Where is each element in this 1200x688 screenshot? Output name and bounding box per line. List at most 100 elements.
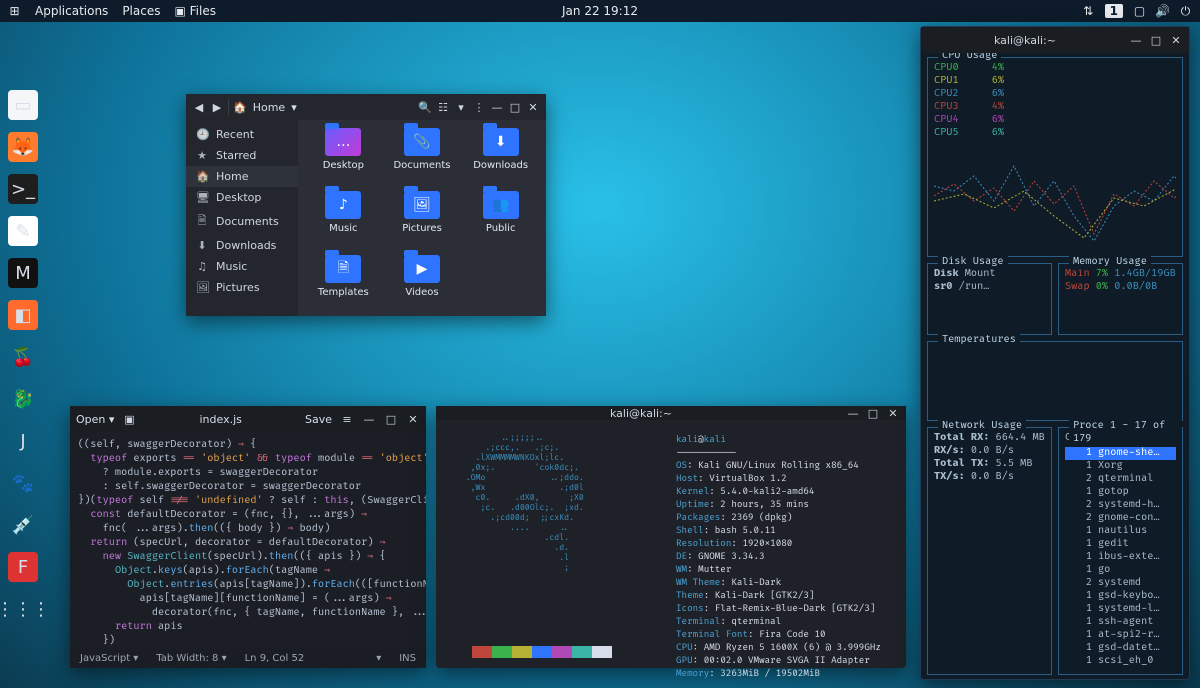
process-row[interactable]: 1nautilus <box>1065 525 1176 538</box>
launcher-ffuf[interactable]: F <box>8 552 38 582</box>
search-icon[interactable]: 🔍 <box>418 100 432 114</box>
process-row[interactable]: 1systemd-l… <box>1065 603 1176 616</box>
process-row[interactable]: 1gedit <box>1065 538 1176 551</box>
launcher-sqlmap[interactable]: 💉 <box>8 510 38 540</box>
process-row[interactable]: 1at-spi2-r… <box>1065 629 1176 642</box>
launcher-burpsuite[interactable]: ◧ <box>8 300 38 330</box>
forward-button[interactable]: ▶ <box>210 100 224 114</box>
workspace-indicator[interactable]: 1 <box>1105 4 1123 18</box>
location-label[interactable]: Home <box>253 101 285 114</box>
sidebar-item-desktop[interactable]: 🖥Desktop <box>186 187 298 208</box>
status-dropdown[interactable]: ▾ <box>376 653 381 664</box>
process-row[interactable]: 1ssh-agent <box>1065 616 1176 629</box>
status-language[interactable]: JavaScript ▾ <box>80 653 138 664</box>
folder-videos[interactable]: ▶Videos <box>383 255 462 316</box>
save-button[interactable]: Save <box>305 413 332 426</box>
launcher-metasploit[interactable]: M <box>8 258 38 288</box>
network-icon[interactable]: ⇅ <box>1082 5 1095 18</box>
menu-applications[interactable]: Applications <box>35 4 108 18</box>
process-row[interactable]: 1scsi_eh_0 <box>1065 655 1176 668</box>
terminal-minimize-button[interactable]: — <box>846 406 860 420</box>
process-panel-label: Proce 1 - 17 of 179 <box>1069 420 1182 446</box>
launcher-firefox[interactable]: 🦊 <box>8 132 38 162</box>
folder-documents[interactable]: 📎Documents <box>383 128 462 189</box>
process-row[interactable]: 1go <box>1065 564 1176 577</box>
dock: ▭ 🦊 >_ ✎ M ◧ 🍒 🐉 J 🐾 💉 F ⋮⋮⋮ <box>8 90 38 624</box>
process-row[interactable]: 1gsd-keybo… <box>1065 590 1176 603</box>
volume-icon[interactable]: 🔊 <box>1156 5 1169 18</box>
sidebar-item-pictures[interactable]: 🖼Pictures <box>186 277 298 298</box>
minimize-button[interactable]: — <box>490 100 504 114</box>
terminal-close-button[interactable]: ✕ <box>886 406 900 420</box>
launcher-terminal[interactable]: >_ <box>8 174 38 204</box>
swatch <box>492 646 512 658</box>
editor-maximize-button[interactable]: □ <box>384 412 398 426</box>
process-row[interactable]: 2systemd-h… <box>1065 499 1176 512</box>
process-row[interactable]: 2systemd <box>1065 577 1176 590</box>
menu-places[interactable]: Places <box>122 4 160 18</box>
folder-downloads[interactable]: ⬇Downloads <box>461 128 540 189</box>
launcher-john[interactable]: J <box>8 426 38 456</box>
folder-public[interactable]: 👥Public <box>461 191 540 252</box>
pictures-icon: 🖼 <box>196 281 208 294</box>
sidebar-item-home[interactable]: 🏠Home <box>186 166 298 187</box>
home-icon[interactable]: 🏠 <box>233 101 247 114</box>
sidebar-item-documents[interactable]: 🗎Documents <box>186 208 298 235</box>
downloads-icon: ⬇ <box>196 239 208 252</box>
view-dropdown-icon[interactable]: ▾ <box>454 100 468 114</box>
activities-icon[interactable]: ⊞ <box>8 5 21 18</box>
folder-icon: 🖼 <box>404 191 440 219</box>
process-row[interactable]: 1gnome-she… <box>1065 447 1176 460</box>
screen-icon[interactable]: ▢ <box>1133 5 1146 18</box>
process-row[interactable]: 1ibus-exte… <box>1065 551 1176 564</box>
process-row[interactable]: 1gsd-datet… <box>1065 642 1176 655</box>
launcher-apps[interactable]: ⋮⋮⋮ <box>8 594 38 624</box>
folder-music[interactable]: ♪Music <box>304 191 383 252</box>
hamburger-icon[interactable]: ⋮ <box>472 100 486 114</box>
path-dropdown-icon[interactable]: ▾ <box>291 101 297 114</box>
launcher-bettercap[interactable]: 🐾 <box>8 468 38 498</box>
back-button[interactable]: ◀ <box>192 100 206 114</box>
sidebar-item-recent[interactable]: 🕘Recent <box>186 124 298 145</box>
open-button[interactable]: Open ▾ <box>76 413 114 426</box>
sidebar-item-downloads[interactable]: ⬇Downloads <box>186 235 298 256</box>
menu-files[interactable]: ▣ Files <box>174 4 216 18</box>
power-icon[interactable]: ⏻ <box>1179 5 1192 18</box>
maximize-button[interactable]: □ <box>508 100 522 114</box>
process-row[interactable]: 1gotop <box>1065 486 1176 499</box>
disk-panel: Disk Usage Disk Mountsr0 /run… <box>927 263 1052 335</box>
folder-pictures[interactable]: 🖼Pictures <box>383 191 462 252</box>
folder-desktop[interactable]: …Desktop <box>304 128 383 189</box>
sidebar-item-starred[interactable]: ★Starred <box>186 145 298 166</box>
swatch <box>472 646 492 658</box>
process-row[interactable]: 2gnome-con… <box>1065 512 1176 525</box>
clock[interactable]: Jan 22 19:12 <box>562 4 638 18</box>
files-titlebar: ◀ ▶ 🏠 Home ▾ 🔍 ☷ ▾ ⋮ — □ ✕ <box>186 94 546 120</box>
gotop-minimize-button[interactable]: — <box>1129 33 1143 47</box>
folder-label: Public <box>486 223 516 234</box>
status-tabwidth[interactable]: Tab Width: 8 ▾ <box>156 653 226 664</box>
view-toggle-icon[interactable]: ☷ <box>436 100 450 114</box>
gotop-close-button[interactable]: ✕ <box>1169 33 1183 47</box>
folder-templates[interactable]: 🗎Templates <box>304 255 383 316</box>
close-button[interactable]: ✕ <box>526 100 540 114</box>
cpu-graph <box>934 146 1176 256</box>
new-tab-button[interactable]: ▣ <box>122 412 136 426</box>
gotop-maximize-button[interactable]: □ <box>1149 33 1163 47</box>
launcher-files[interactable]: ▭ <box>8 90 38 120</box>
launcher-ghidra[interactable]: 🐉 <box>8 384 38 414</box>
process-row[interactable]: 1Xorg <box>1065 460 1176 473</box>
editor-code-area[interactable]: ((self, swaggerDecorator) ⇒ { typeof exp… <box>70 432 426 648</box>
editor-hamburger-icon[interactable]: ≡ <box>340 412 354 426</box>
status-insert-mode[interactable]: INS <box>399 653 416 664</box>
editor-close-button[interactable]: ✕ <box>406 412 420 426</box>
launcher-editor[interactable]: ✎ <box>8 216 38 246</box>
process-table[interactable]: 1gnome-she…1Xorg2qterminal1gotop2systemd… <box>1065 447 1176 668</box>
sidebar-item-music[interactable]: ♫Music <box>186 256 298 277</box>
process-row[interactable]: 2qterminal <box>1065 473 1176 486</box>
network-row: Total TX: 5.5 MB <box>934 458 1045 471</box>
editor-minimize-button[interactable]: — <box>362 412 376 426</box>
terminal-maximize-button[interactable]: □ <box>866 406 880 420</box>
folder-label: Downloads <box>473 160 528 171</box>
launcher-cherrytree[interactable]: 🍒 <box>8 342 38 372</box>
